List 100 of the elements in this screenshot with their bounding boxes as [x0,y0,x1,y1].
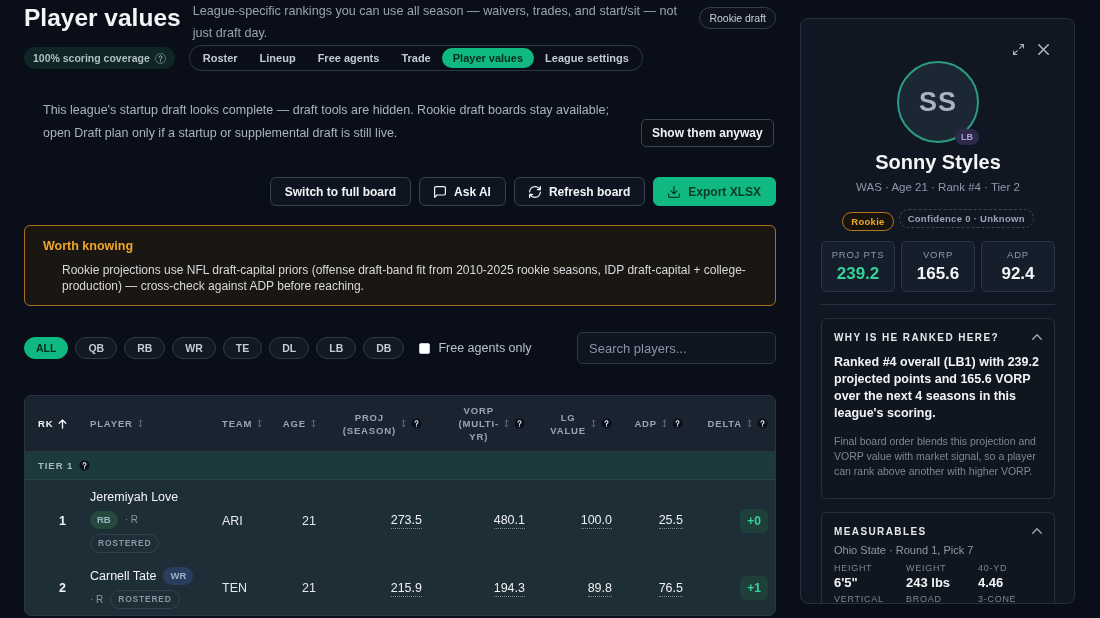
show-tools-button[interactable]: Show them anyway [641,119,774,147]
player-name[interactable]: Carnell Tate [90,567,157,585]
sort-icon[interactable] [591,419,596,428]
rank-number: 1 [58,513,66,528]
page-title: Player values [24,3,181,33]
column-header[interactable]: DELTA [707,417,768,430]
column-header[interactable]: ADP [634,417,683,430]
search-field[interactable]: Search players... [577,332,776,364]
stat-value: 165.6 [916,263,960,284]
action-button[interactable]: Export XLSX [653,177,776,206]
metric-label: WEIGHT [906,562,948,574]
position-tag: LB [955,129,979,145]
rookie-marker: · R [90,592,104,607]
position-tag: RB [90,511,118,529]
chevron-up-icon[interactable] [1032,334,1042,340]
avatar-initials: SS [919,86,957,118]
callout-text: Rookie projections use NFL draft-capital priors (offense draft-band fit from 2010-2025 rookie seasons, IDP draft-capital + college-production) — cross-check against ADP before reaching. [61,262,747,294]
close-icon[interactable] [1038,43,1049,55]
sort-icon[interactable] [257,419,263,428]
vorp-value: 194.3 [493,579,525,597]
position-filter[interactable]: WR [172,337,216,359]
help-icon[interactable] [514,418,525,429]
page-subtitle: League-specific rankings you can use all season — waivers, trades, and start/sit — not just draft day. [192,3,679,42]
vorp-value: 480.1 [493,512,525,529]
metric-label: VERTICAL [834,593,885,603]
help-icon[interactable] [757,418,768,429]
position-filter[interactable]: DB [363,337,405,359]
rookie-draft-button[interactable]: Rookie draft [699,7,776,29]
position-filter[interactable]: QB [75,337,118,359]
column-header[interactable]: AGE [282,417,316,430]
projection-value: 273.5 [390,512,422,529]
sort-icon[interactable] [504,419,509,428]
help-icon[interactable] [411,418,422,429]
stat-label: PROJ PTS [831,249,885,260]
action-button[interactable]: Ask AI [419,177,506,206]
chat-icon [434,185,447,198]
refresh-icon [528,185,541,198]
column-header[interactable]: LG VALUE [550,410,612,437]
sort-icon[interactable] [311,419,316,428]
chevron-up-icon[interactable] [1032,528,1042,534]
help-icon[interactable] [601,418,612,429]
checkbox-label[interactable]: Free agents only [438,341,532,355]
ranking-note: Final board order blends this projection and VORP value with market signal, so a player can rank above another with higher VORP. [834,434,1037,479]
rank-number: 2 [58,581,66,595]
league-value: 100.0 [580,512,612,529]
tier-label: TIER 1 [38,460,74,471]
column-header[interactable]: VORP (MULTI-YR) [458,404,525,443]
metric-value: 243 lbs [906,574,952,591]
ranking-summary: Ranked #4 overall (LB1) with 239.2 projected points and 165.6 VORP over the next 4 seasons in this league's scoring. [834,354,1040,422]
help-icon[interactable] [79,460,91,471]
tab[interactable]: Trade [390,48,442,68]
league-value: 89.8 [587,579,612,597]
sort-icon[interactable] [747,419,752,428]
draft-notice-text: This league's startup draft looks complete — draft tools are hidden. Rookie draft boards stay available; open Draft plan only if a startup or supplemental draft is still live. [43,102,610,142]
sort-icon[interactable] [401,419,406,428]
projection-value: 215.9 [390,579,422,597]
metric-label: BROAD [906,593,943,603]
tab[interactable]: Roster [191,48,249,68]
stat-label: VORP [923,249,953,260]
action-button[interactable]: Refresh board [513,177,646,206]
column-header[interactable]: RK [38,417,68,430]
team-cell: TEN [222,581,247,595]
rookie-marker: · R [124,513,139,527]
help-icon[interactable] [154,52,166,64]
help-icon[interactable] [672,418,683,429]
sort-icon[interactable] [137,419,143,428]
delta-tag: +0 [740,508,768,533]
checkbox[interactable] [419,342,431,354]
tab[interactable]: Free agents [306,48,391,68]
column-header[interactable]: PROJ (SEASON) [342,410,422,437]
sort-icon[interactable] [662,419,667,428]
position-tag: WR [163,567,194,585]
coverage-label: 100% scoring coverage [33,52,150,64]
action-button[interactable]: Switch to full board [269,177,412,206]
position-filter[interactable]: DL [269,337,310,359]
tab[interactable]: Player values [441,48,535,68]
adp-value: 25.5 [658,512,683,529]
callout-title: Worth knowing [43,238,135,254]
position-filter[interactable]: ALL [24,337,69,359]
tab[interactable]: Lineup [248,48,307,68]
player-name[interactable]: Jeremiyah Love [90,488,179,506]
stat-value: 92.4 [1001,263,1035,284]
column-header[interactable]: TEAM [222,417,263,430]
team-cell: ARI [222,513,243,528]
stat-label: ADP [1007,249,1029,260]
position-filter[interactable]: RB [124,337,166,359]
metric-value: 6'5" [834,574,859,591]
metric-label: HEIGHT [834,562,874,574]
column-header[interactable]: PLAYER [90,417,143,430]
arrow-up-icon[interactable] [58,418,68,429]
tab[interactable]: League settings [534,48,640,68]
age-cell: 21 [302,581,316,595]
age-cell: 21 [302,513,316,528]
expand-icon[interactable] [1013,43,1024,55]
rookie-tag: Rookie [842,212,894,231]
player-name-heading: Sonny Styles [875,150,1001,175]
metric-label: 40-YD [978,562,1009,574]
position-filter[interactable]: LB [316,337,357,359]
college-draft-info: Ohio State · Round 1, Pick 7 [834,543,975,557]
position-filter[interactable]: TE [222,337,263,359]
